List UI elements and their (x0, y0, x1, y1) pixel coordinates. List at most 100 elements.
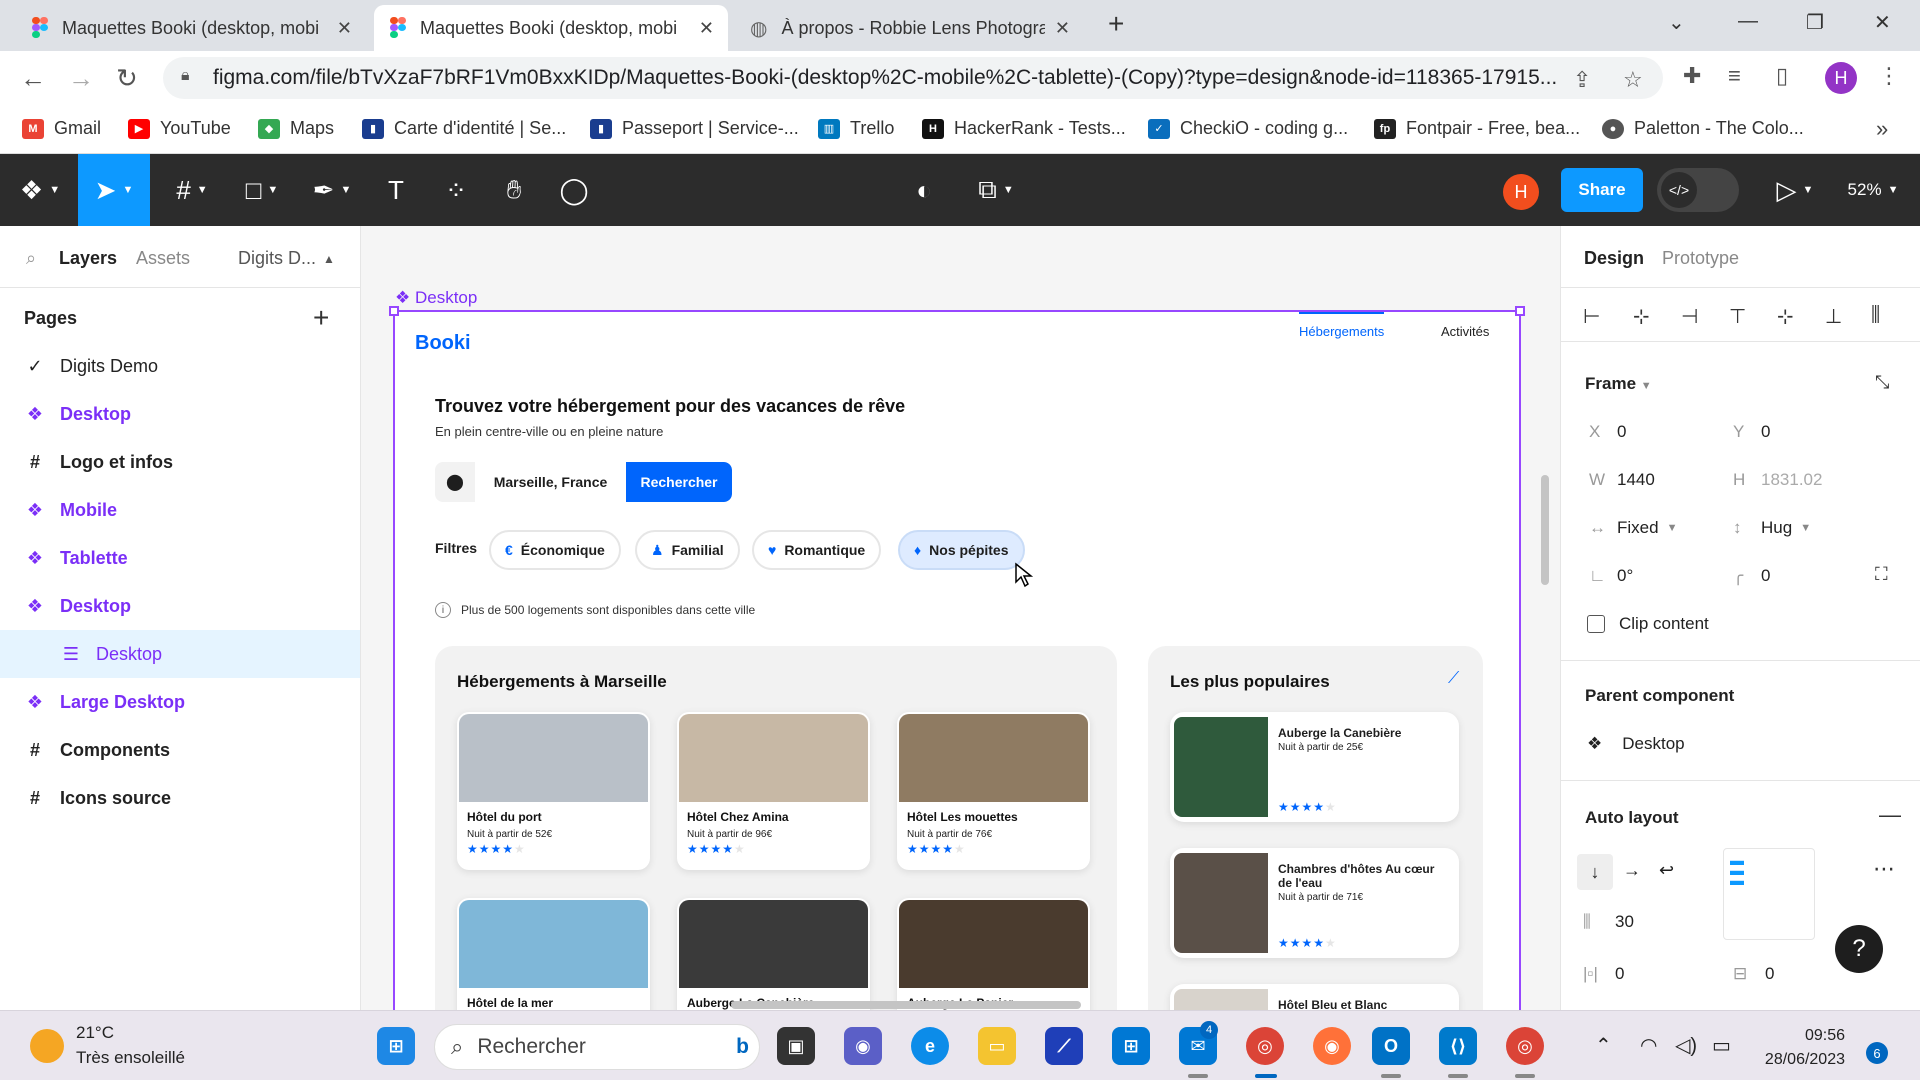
forward-icon[interactable]: → (68, 63, 94, 94)
bookmark-paletton[interactable]: ● Paletton - The Colo... (1602, 118, 1804, 139)
listing-card[interactable]: Auberge Le Panier (897, 898, 1090, 1010)
alignment-grid[interactable]: ▬ ▬ ▬ (1723, 848, 1815, 940)
chevron-up-icon[interactable]: ⌃ (1595, 1033, 1612, 1058)
mask-button[interactable]: ◐ (902, 154, 946, 226)
bookmark-trello[interactable]: ▥ Trello (818, 118, 894, 139)
h-field[interactable]: H 1831.02 (1733, 470, 1822, 490)
x-field[interactable]: X0 (1589, 422, 1626, 442)
radius-field[interactable]: ╭ 0 (1733, 566, 1770, 586)
popular-card[interactable]: Chambres d'hôtes Au cœur de l'eau Nuit à… (1170, 848, 1459, 958)
nav-hebergements[interactable]: Hébergements (1299, 312, 1385, 339)
close-tab-icon[interactable]: ✕ (1055, 18, 1070, 39)
minimize-icon[interactable]: — (1738, 10, 1758, 33)
tab-prototype[interactable]: Prototype (1662, 248, 1739, 269)
page-item-mobile[interactable]: ❖ Mobile (0, 486, 360, 534)
menu-icon[interactable]: ⋮ (1878, 63, 1900, 89)
tab-design[interactable]: Design (1584, 248, 1644, 269)
desktop-frame[interactable]: Booki Hébergements Activités Trouvez vot… (389, 306, 1525, 1010)
boolean-button[interactable]: ⧉ ▼ (966, 154, 1026, 226)
horizontal-direction-icon[interactable]: → (1623, 860, 1641, 881)
wifi-icon[interactable]: ◠ (1640, 1033, 1657, 1058)
bookmark-maps[interactable]: ◆ Maps (258, 118, 334, 139)
bookmark-fontpair[interactable]: fp Fontpair - Free, bea... (1374, 118, 1580, 139)
shape-tool[interactable]: □ ▼ (232, 154, 292, 226)
gap-field[interactable]: ⫼ 30 (1583, 912, 1634, 932)
taskbar-search[interactable]: ⌕ Rechercher b (434, 1024, 760, 1070)
weather-temp[interactable]: 21°C (76, 1023, 114, 1043)
edge-icon[interactable]: e (911, 1027, 949, 1065)
resize-handle[interactable] (1515, 306, 1525, 316)
page-item-components[interactable]: # Components (0, 726, 360, 774)
notification-badge[interactable]: 6 (1866, 1042, 1888, 1064)
search-icon[interactable]: ⌕ (26, 248, 36, 269)
close-tab-icon[interactable]: ✕ (699, 18, 714, 39)
microsoft-store-icon[interactable]: ⊞ (1112, 1027, 1150, 1065)
restore-icon[interactable]: ❐ (1806, 10, 1824, 35)
frame-tool[interactable]: # ▼ (164, 154, 220, 226)
bookmark-hackerrank[interactable]: H HackerRank - Tests... (922, 118, 1126, 139)
city-input[interactable]: Marseille, France (475, 462, 626, 502)
profile-avatar[interactable]: H (1825, 62, 1857, 94)
outlook-icon[interactable]: O (1372, 1027, 1410, 1065)
frame-heading[interactable]: Frame ▼ (1585, 374, 1652, 394)
chrome-icon[interactable]: ◎ (1506, 1027, 1544, 1065)
browser-tab-1[interactable]: Maquettes Booki (desktop, mobi ✕ (16, 5, 366, 51)
reload-icon[interactable]: ↻ (116, 63, 138, 94)
align-left-icon[interactable]: ⊢ (1583, 304, 1600, 329)
chevron-up-icon[interactable]: ▲ (323, 252, 335, 266)
start-menu-icon[interactable]: ⊞ (377, 1027, 415, 1065)
present-button[interactable]: ▷ ▼ (1770, 154, 1820, 226)
bookmark-youtube[interactable]: ▶ YouTube (128, 118, 231, 139)
zoom-menu[interactable]: 52% ▼ (1840, 154, 1906, 226)
align-bottom-icon[interactable]: ⊥ (1825, 304, 1842, 329)
sun-icon[interactable] (30, 1029, 64, 1063)
chrome-icon[interactable]: ◎ (1246, 1027, 1284, 1065)
listing-card[interactable]: Hôtel Les mouettes Nuit à partir de 76€ … (897, 712, 1090, 870)
comment-tool[interactable]: ◯ (552, 154, 596, 226)
move-tool[interactable]: ➤ ▼ (78, 154, 150, 226)
user-avatar[interactable]: H (1503, 174, 1539, 210)
padding-vertical-field[interactable]: ⊟ 0 (1733, 964, 1774, 984)
dev-mode-toggle[interactable]: </> (1657, 168, 1739, 212)
vscode-icon[interactable]: ⟨⟩ (1439, 1027, 1477, 1065)
volume-icon[interactable]: ◁) (1675, 1033, 1697, 1058)
filter-romantique[interactable]: ♥ Romantique (752, 530, 882, 570)
popular-card[interactable]: Hôtel Bleu et Blanc (1170, 984, 1459, 1010)
clip-content-checkbox[interactable]: Clip content (1587, 614, 1709, 634)
browser-tab-3[interactable]: ◍ À propos - Robbie Lens Photogra ✕ (734, 5, 1084, 51)
extensions-icon[interactable]: ✚ (1683, 63, 1701, 89)
listing-card[interactable]: Hôtel de la mer (457, 898, 650, 1010)
search-bar[interactable]: ⬤ Marseille, France Rechercher (435, 462, 732, 502)
main-menu-button[interactable]: ❖ ▼ (10, 154, 70, 226)
vertical-direction-icon[interactable]: ↓ (1577, 854, 1613, 890)
share-page-icon[interactable]: ⇪ (1573, 67, 1591, 93)
close-tab-icon[interactable]: ✕ (337, 18, 352, 39)
vertical-scrollbar[interactable] (1541, 475, 1549, 585)
bookmark-star-icon[interactable]: ☆ (1623, 67, 1643, 93)
text-tool[interactable]: T (374, 154, 418, 226)
align-center-v-icon[interactable]: ⊹ (1777, 304, 1794, 329)
weather-condition[interactable]: Très ensoleillé (76, 1048, 185, 1068)
new-tab-button[interactable]: + (1108, 8, 1124, 40)
tab-layers[interactable]: Layers (59, 248, 117, 269)
frame-label[interactable]: ❖ Desktop (395, 288, 477, 308)
firefox-icon[interactable]: ◉ (1313, 1027, 1351, 1065)
listing-card[interactable]: Auberge La Canebière (677, 898, 870, 1010)
collapse-icon[interactable]: ⤡ (1875, 372, 1889, 393)
back-icon[interactable]: ← (20, 63, 46, 94)
hand-tool[interactable]: ✋︎ (492, 154, 536, 226)
tab-assets[interactable]: Assets (136, 248, 190, 269)
page-item-large-desktop[interactable]: ❖ Large Desktop (0, 678, 360, 726)
pen-tool[interactable]: ✒ ▼ (302, 154, 362, 226)
teams-chat-icon[interactable]: ◉ (844, 1027, 882, 1065)
url-field[interactable]: 🔒︎ figma.com/file/bTvXzaF7bRF1Vm0BxxKIDp… (163, 57, 1663, 99)
wrap-icon[interactable]: ↩ (1659, 860, 1674, 881)
align-top-icon[interactable]: ⊤ (1729, 304, 1746, 329)
share-button[interactable]: Share (1561, 168, 1643, 212)
page-switcher[interactable]: Digits D... (238, 248, 316, 269)
independent-corners-icon[interactable]: ⛶ (1875, 564, 1888, 585)
side-panel-icon[interactable]: ▯ (1776, 63, 1788, 89)
filter-economique[interactable]: € Économique (489, 530, 621, 570)
page-item-icons-source[interactable]: # Icons source (0, 774, 360, 822)
horizontal-scrollbar[interactable] (731, 1001, 1081, 1009)
